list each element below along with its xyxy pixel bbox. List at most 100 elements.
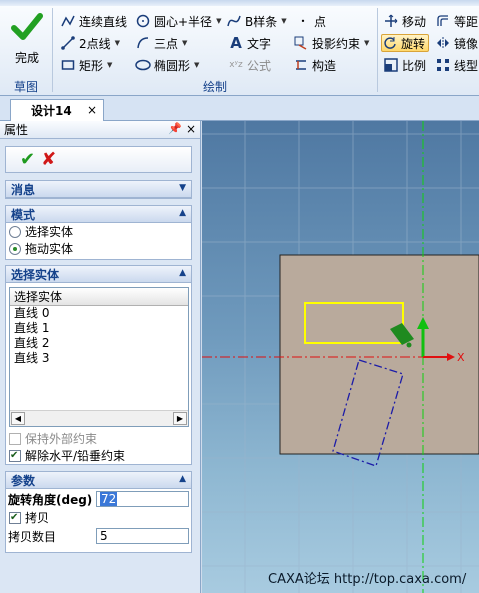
tool-project-constraint-label: 投影约束 — [312, 36, 361, 51]
ok-button[interactable]: ✔ — [20, 149, 35, 170]
radio-drag-entity[interactable]: 拖动实体 — [6, 240, 191, 257]
rotate-handle-knob[interactable] — [406, 342, 412, 348]
section-select-header[interactable]: 选择实体 ▲ — [6, 266, 191, 283]
checkbox-release-hv[interactable]: 解除水平/铅垂约束 — [6, 447, 125, 464]
copy-count-input[interactable]: 5 — [96, 528, 189, 544]
confirm-bar: ✔ ✘ — [5, 146, 192, 173]
scroll-right-icon[interactable]: ▶ — [173, 412, 187, 425]
tab-design-14[interactable]: 设计14 × — [10, 99, 104, 121]
tool-construct[interactable]: 构造 — [293, 56, 336, 74]
param-copy-count: 拷贝数目 5 — [6, 526, 191, 546]
tool-polyline-label: 连续直线 — [79, 14, 128, 29]
cancel-button[interactable]: ✘ — [41, 149, 56, 170]
section-mode-title: 模式 — [11, 207, 36, 222]
radio-select-entity[interactable]: 选择实体 — [6, 223, 191, 240]
tool-spline-label: B样条 — [245, 14, 278, 29]
scroll-left-icon[interactable]: ◀ — [11, 412, 25, 425]
tool-construct-label: 构造 — [312, 58, 337, 73]
tool-text[interactable]: A 文字 — [228, 34, 271, 52]
radio-button[interactable] — [9, 225, 21, 238]
group-label-draw: 绘制 — [203, 80, 228, 94]
chevron-up-icon: ▲ — [179, 268, 186, 278]
section-mode-header[interactable]: 模式 ▲ — [6, 206, 191, 223]
tool-formula-label: 公式 — [247, 58, 272, 73]
rectangle-icon — [60, 57, 76, 73]
tool-project-constraint[interactable]: 投影约束 ▼ — [293, 34, 369, 52]
tool-offset[interactable]: 等距 — [435, 12, 478, 30]
close-icon[interactable]: × — [186, 122, 196, 136]
chevron-up-icon: ▲ — [179, 208, 186, 218]
section-message-header[interactable]: 消息 ▼ — [6, 181, 191, 198]
tool-mirror[interactable]: 镜像 — [435, 34, 478, 52]
tab-label: 设计14 — [31, 104, 72, 118]
rotate-angle-input[interactable]: 72 — [96, 491, 189, 507]
ribbon: 完成 草图 连续直线 2点线 ▼ 矩形 ▼ 圆心+半径 ▼ 三点 ▼ 椭圆形 ▼ B样条 ▼… — [0, 0, 479, 96]
offset-icon — [435, 13, 451, 29]
tool-move-label: 移动 — [402, 14, 427, 29]
check-icon — [11, 13, 43, 40]
three-point-arc-icon — [135, 35, 151, 51]
tool-point[interactable]: • 点 — [295, 12, 326, 30]
tool-formula[interactable]: xʸz 公式 — [228, 56, 271, 74]
checkbox[interactable] — [9, 432, 21, 445]
finish-label: 完成 — [14, 51, 39, 65]
finish-button[interactable]: 完成 — [4, 10, 50, 72]
chevron-down-icon: ▼ — [179, 183, 186, 193]
circle-icon — [135, 13, 151, 29]
tool-rectangle-label: 矩形 — [79, 58, 104, 73]
canvas-svg: X — [202, 121, 479, 593]
chevron-down-icon: ▼ — [182, 39, 188, 47]
mirror-icon — [435, 35, 451, 51]
project-constraint-icon — [293, 35, 309, 51]
section-params-header[interactable]: 参数 ▲ — [6, 472, 191, 489]
group-separator — [52, 8, 53, 92]
section-params-title: 参数 — [11, 473, 36, 488]
chevron-down-icon: ▼ — [114, 39, 121, 47]
radio-button[interactable] — [9, 242, 21, 255]
tool-rotate-label: 旋转 — [401, 36, 426, 51]
ellipse-icon — [135, 57, 151, 73]
rotate-angle-label: 旋转角度(deg) — [8, 492, 93, 507]
tool-rectangle[interactable]: 矩形 ▼ — [60, 56, 112, 74]
tool-ellipse[interactable]: 椭圆形 ▼ — [135, 56, 199, 74]
chevron-up-icon: ▲ — [179, 474, 186, 484]
tool-rotate[interactable]: 旋转 — [381, 34, 430, 52]
horizontal-scrollbar[interactable]: ◀ ▶ — [10, 410, 188, 426]
checkbox[interactable] — [9, 449, 21, 462]
pin-icon[interactable]: 📌 — [168, 122, 182, 135]
text-icon: A — [230, 34, 242, 52]
rotate-icon — [382, 35, 398, 51]
tool-circle-label: 圆心+半径 — [154, 14, 213, 29]
section-message-title: 消息 — [11, 182, 36, 197]
tool-linear-array[interactable]: 线型阵 — [435, 56, 479, 74]
tool-move[interactable]: 移动 — [383, 12, 426, 30]
properties-panel: 属性 📌 × ✔ ✘ 消息 ▼ 模式 ▲ 选择实体 拖动实体 选择实体 ▲ 选择… — [0, 121, 201, 593]
close-icon[interactable]: × — [87, 103, 97, 117]
group-label-sketch: 草图 — [14, 80, 39, 94]
copy-count-label: 拷贝数目 — [8, 529, 57, 544]
tool-point-label: 点 — [314, 14, 327, 29]
drawing-canvas[interactable]: X — [202, 121, 479, 593]
tool-scale[interactable]: 比例 — [383, 56, 426, 74]
entity-list[interactable]: 选择实体 直线 0 直线 1 直线 2 直线 3 ◀ ▶ — [9, 287, 189, 427]
section-message: 消息 ▼ — [5, 180, 192, 199]
tool-circle[interactable]: 圆心+半径 ▼ — [135, 12, 221, 30]
list-item[interactable]: 直线 3 — [10, 351, 188, 366]
section-select-title: 选择实体 — [11, 267, 60, 282]
chevron-down-icon: ▼ — [216, 17, 222, 25]
document-tab-bar: 设计14 × — [0, 96, 479, 121]
checkbox-copy[interactable]: 拷贝 — [6, 509, 191, 526]
radio-select-entity-label: 选择实体 — [25, 225, 74, 239]
tool-three-point-arc[interactable]: 三点 ▼ — [135, 34, 187, 52]
tool-two-point-line[interactable]: 2点线 ▼ — [60, 34, 120, 52]
checkbox-keep-external[interactable]: 保持外部约束 — [6, 430, 97, 447]
list-item[interactable]: 直线 1 — [10, 321, 188, 336]
checkbox[interactable] — [9, 511, 21, 524]
rotate-angle-value: 72 — [100, 492, 118, 506]
tool-polyline[interactable]: 连续直线 — [60, 12, 127, 30]
tool-spline[interactable]: B样条 ▼ — [226, 12, 287, 30]
checkbox-keep-external-label: 保持外部约束 — [25, 432, 98, 446]
chevron-down-icon: ▼ — [107, 61, 113, 69]
list-item[interactable]: 直线 2 — [10, 336, 188, 351]
list-item[interactable]: 直线 0 — [10, 306, 188, 321]
